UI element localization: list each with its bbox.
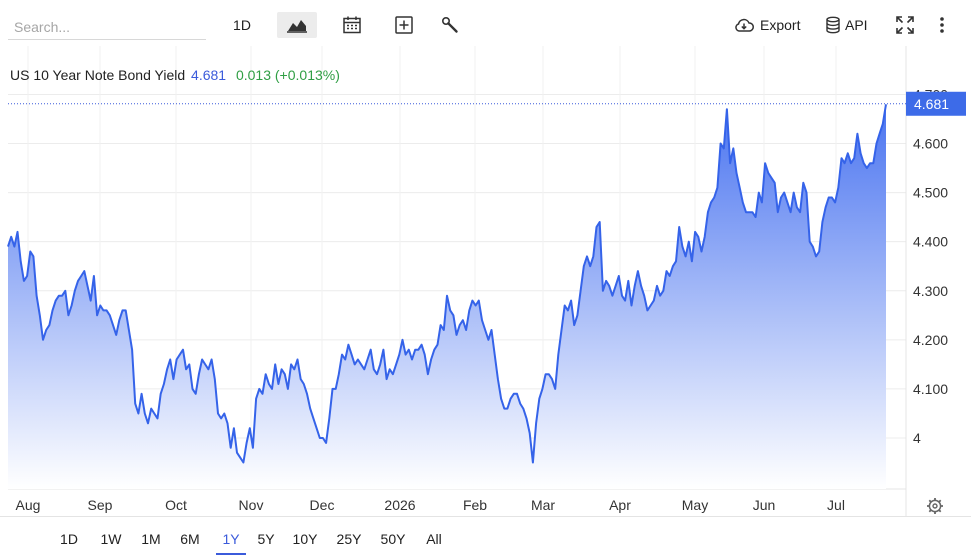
x-tick-label: Jun [753, 497, 776, 513]
last-value-tag: 4.681 [8, 91, 966, 116]
x-tick-label: Sep [88, 497, 113, 513]
y-tick-label: 4.100 [913, 381, 948, 397]
x-tick-label: May [682, 497, 708, 513]
change-value: 0.013 (+0.013%) [235, 67, 340, 83]
range-option-10y[interactable]: 10Y [288, 531, 322, 553]
range-option-1w[interactable]: 1W [97, 531, 125, 553]
x-tick-label: Aug [16, 497, 41, 513]
range-option-5y[interactable]: 5Y [252, 531, 280, 553]
y-tick-label: 4.200 [913, 332, 948, 348]
range-option-1m[interactable]: 1M [137, 531, 165, 553]
range-option-1y[interactable]: 1Y [216, 531, 246, 555]
y-tick-label: 4 [913, 430, 921, 446]
y-axis: 44.1004.2004.3004.4004.5004.6004.700 [913, 86, 948, 446]
y-tick-label: 4.300 [913, 283, 948, 299]
x-tick-label: Apr [609, 497, 631, 513]
gear-icon [928, 499, 942, 513]
chart-svg: 44.1004.2004.3004.4004.5004.6004.700 Aug… [7, 46, 966, 516]
range-option-1d[interactable]: 1D [56, 531, 82, 553]
chart-settings-button[interactable] [927, 498, 943, 514]
range-option-50y[interactable]: 50Y [376, 531, 410, 553]
x-tick-label: Oct [165, 497, 187, 513]
range-option-all[interactable]: All [420, 531, 448, 553]
chart-header: US 10 Year Note Bond Yield 4.681 0.013 (… [10, 67, 340, 83]
x-tick-label: Feb [463, 497, 487, 513]
last-value-label: 4.681 [914, 96, 949, 112]
range-option-25y[interactable]: 25Y [332, 531, 366, 553]
range-bar-divider [0, 516, 971, 517]
x-tick-label: Nov [239, 497, 264, 513]
current-value: 4.681 [191, 67, 227, 83]
range-option-6m[interactable]: 6M [175, 531, 205, 553]
x-tick-label: 2026 [384, 497, 415, 513]
y-tick-label: 4.500 [913, 185, 948, 201]
plot-area [7, 104, 887, 490]
x-tick-label: Jul [827, 497, 845, 513]
x-tick-label: Dec [310, 497, 335, 513]
y-tick-label: 4.600 [913, 136, 948, 152]
x-tick-label: Mar [531, 497, 555, 513]
x-axis: Aug Sep Oct Nov Dec 2026 Feb Mar Apr May Jun Jul [16, 497, 845, 513]
instrument-name: US 10 Year Note Bond Yield [10, 67, 186, 83]
y-tick-label: 4.400 [913, 234, 948, 250]
